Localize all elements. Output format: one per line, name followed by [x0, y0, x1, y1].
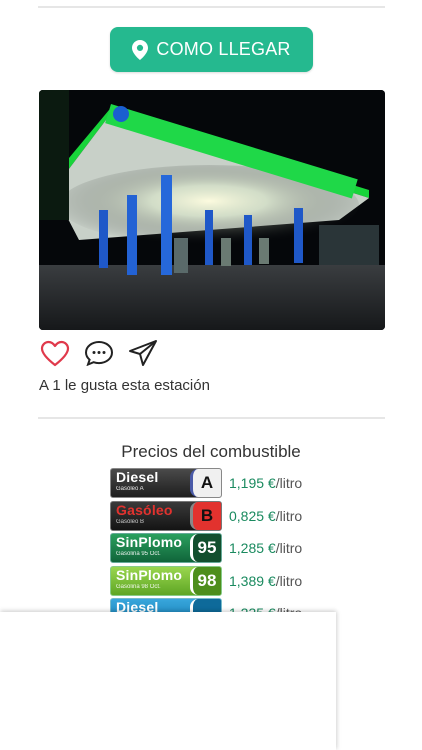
top-divider [38, 6, 385, 8]
list-item: SinPlomo Gasolina 98 Oct. 98 1,389 €/lit… [110, 565, 302, 598]
station-photo [39, 90, 385, 330]
fuel-badge-name: Gasóleo [116, 501, 173, 518]
fuel-grade: A [190, 469, 221, 498]
bottom-sheet-overlay[interactable] [0, 612, 336, 750]
fuel-badge: Gasóleo Gasóleo B B [110, 500, 222, 531]
likes-count-text: A 1 le gusta esta estación [39, 377, 210, 394]
fuel-badge: SinPlomo Gasolina 95 Oct. 95 [110, 533, 222, 564]
comment-icon[interactable] [83, 338, 115, 368]
fuel-price-unit: /litro [275, 507, 303, 524]
fuel-price-value: 1,389 € [229, 572, 276, 589]
directions-label: COMO LLEGAR [156, 39, 291, 59]
fuel-badge-sub: Gasóleo A [116, 486, 144, 493]
list-item: Gasóleo Gasóleo B B 0,825 €/litro [110, 500, 302, 533]
fuel-price-value: 0,825 € [229, 507, 276, 524]
section-divider [38, 417, 385, 419]
fuel-price: 1,195 €/litro [229, 475, 302, 491]
fuel-grade: B [190, 501, 221, 530]
fuel-price-unit: /litro [275, 572, 303, 589]
fuel-badge-name: SinPlomo [116, 534, 183, 551]
fuel-badge: SinPlomo Gasolina 98 Oct. 98 [110, 565, 222, 596]
fuel-price-unit: /litro [275, 475, 303, 492]
fuel-badge-sub: Gasolina 98 Oct. [116, 583, 161, 590]
prices-title: Precios del combustible [121, 442, 301, 461]
directions-button[interactable]: COMO LLEGAR [110, 27, 313, 72]
fuel-price-unit: /litro [275, 540, 303, 557]
location-pin-icon [132, 39, 149, 60]
list-item: Diesel Gasóleo A A 1,195 €/litro [110, 467, 302, 500]
fuel-price-value: 1,195 € [229, 475, 276, 492]
share-send-icon[interactable] [127, 338, 159, 368]
fuel-price: 0,825 €/litro [229, 508, 302, 524]
heart-icon[interactable] [39, 338, 71, 368]
fuel-badge-name: Diesel [116, 469, 159, 486]
fuel-badge-sub: Gasolina 95 Oct. [116, 551, 161, 558]
fuel-price-list: Diesel Gasóleo A A 1,195 €/litro Gasóleo… [110, 467, 302, 630]
fuel-badge: Diesel Gasóleo A A [110, 468, 222, 499]
action-bar [39, 338, 159, 368]
fuel-badge-sub: Gasóleo B [116, 518, 145, 525]
fuel-grade: 98 [190, 566, 221, 595]
list-item: SinPlomo Gasolina 95 Oct. 95 1,285 €/lit… [110, 532, 302, 565]
fuel-price-value: 1,285 € [229, 540, 276, 557]
fuel-price: 1,389 €/litro [229, 573, 302, 589]
fuel-price: 1,285 €/litro [229, 540, 302, 556]
fuel-badge-name: SinPlomo [116, 566, 183, 583]
fuel-grade: 95 [190, 534, 221, 563]
